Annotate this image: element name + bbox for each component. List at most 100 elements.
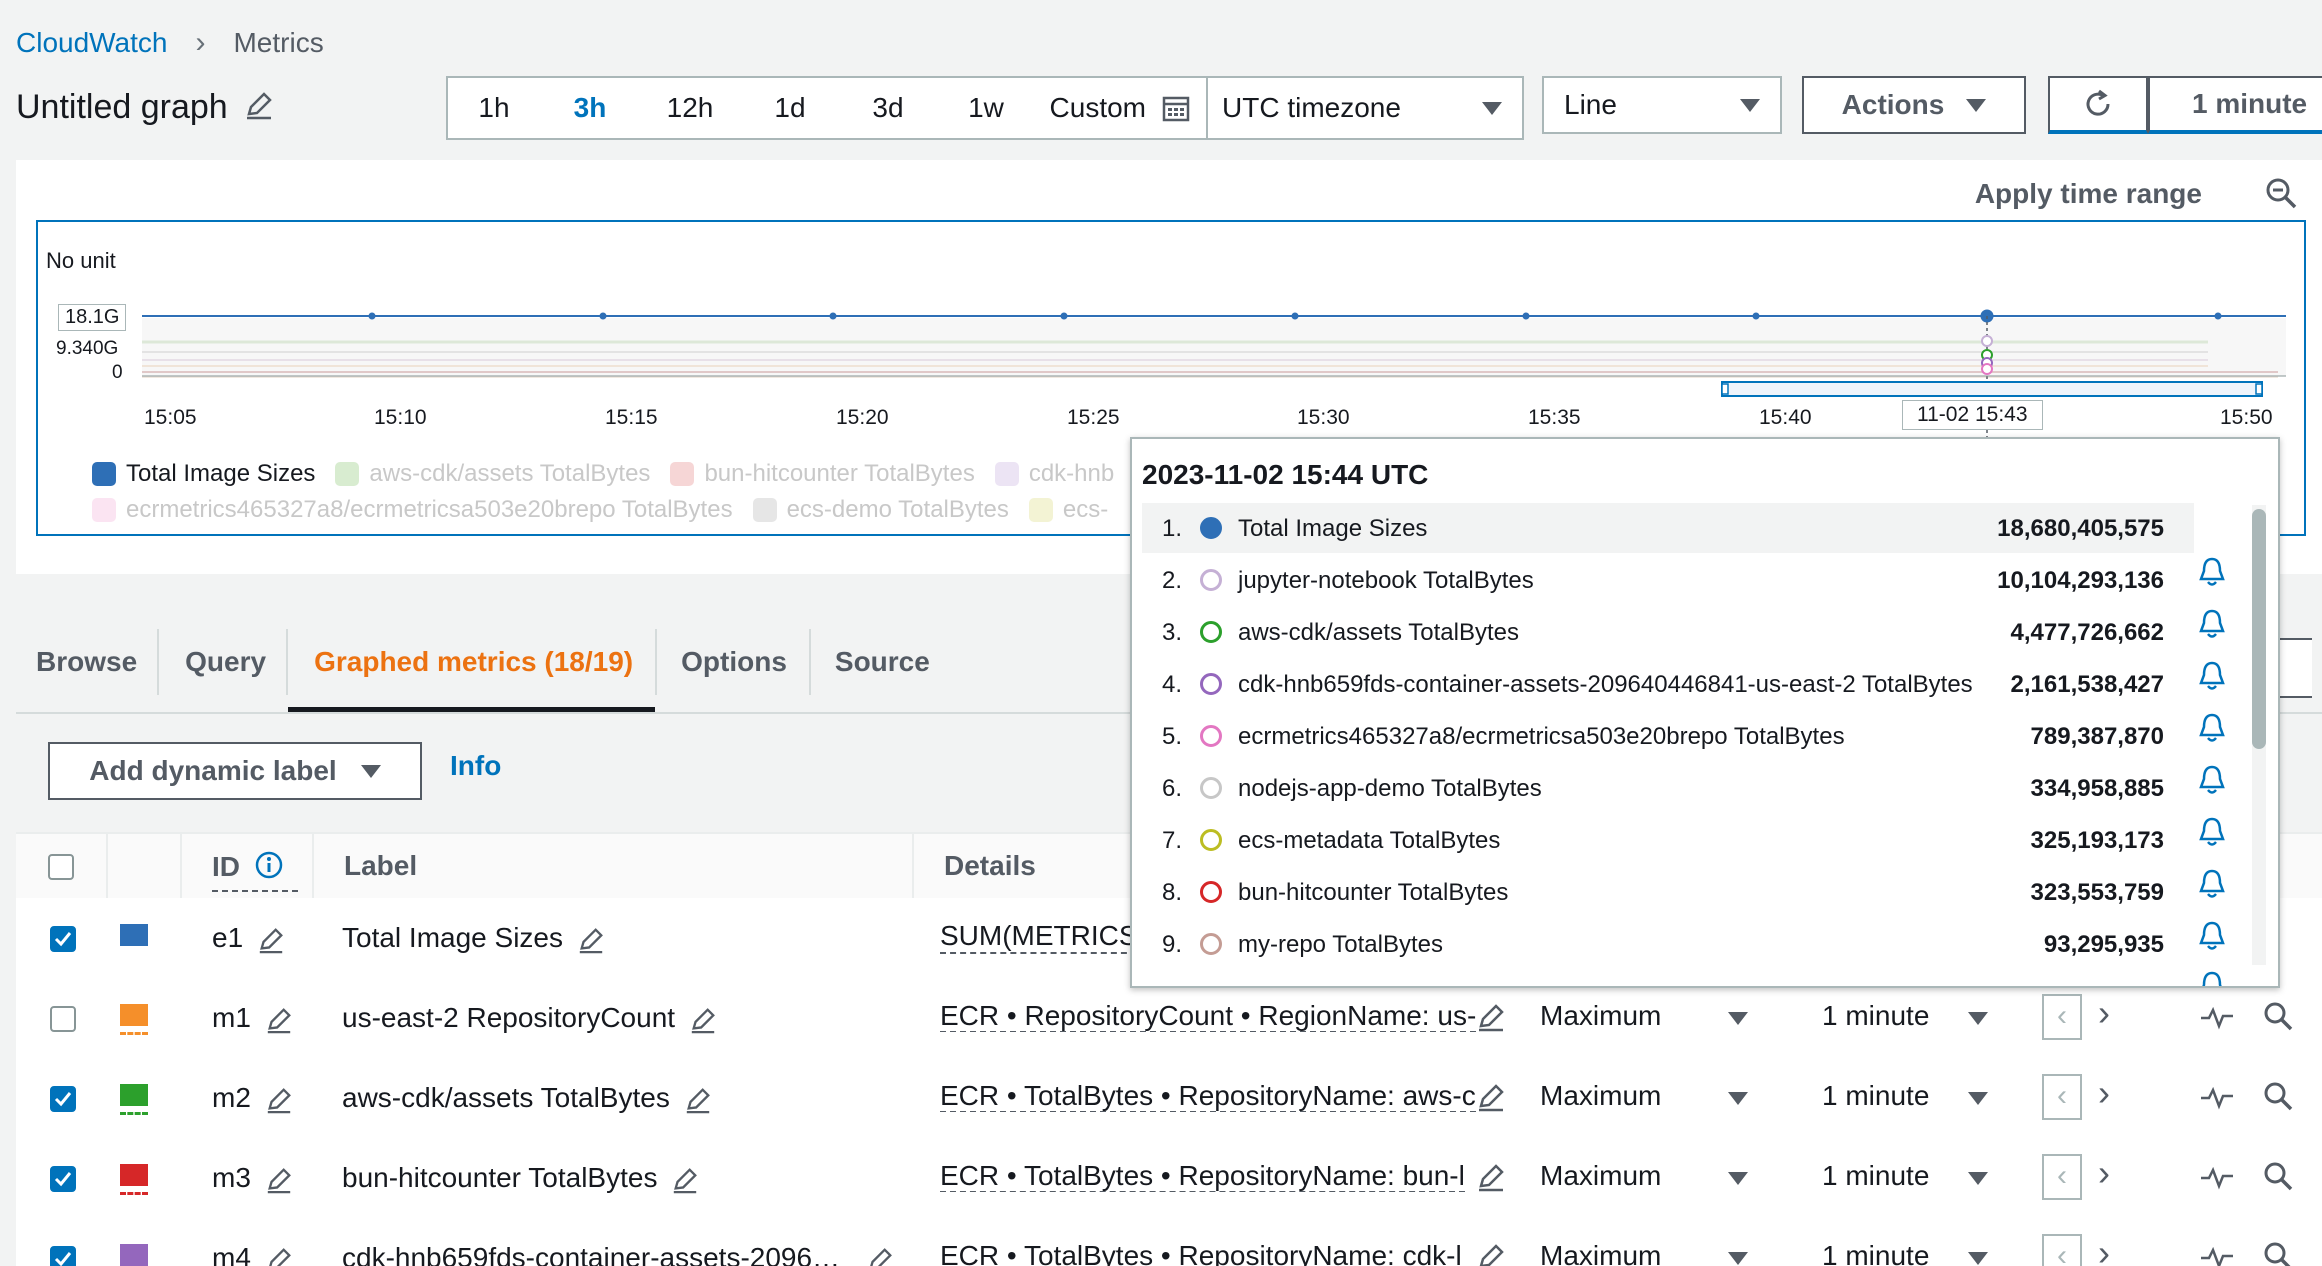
sparkline-icon[interactable] [2200, 1242, 2234, 1266]
row-statistic[interactable]: Maximum [1540, 1000, 1661, 1032]
tooltip-row[interactable]: 2. jupyter-notebook TotalBytes 10,104,29… [1142, 555, 2194, 605]
row-checkbox[interactable] [50, 1086, 76, 1112]
row-period[interactable]: 1 minute [1822, 1160, 1929, 1192]
create-alarm-bell-icon[interactable] [2196, 659, 2228, 693]
caret-down-icon[interactable] [1728, 1252, 1748, 1265]
add-dynamic-label-button[interactable]: Add dynamic label [48, 742, 422, 800]
y-axis-right-button[interactable]: › [2098, 1152, 2110, 1194]
select-all-checkbox[interactable] [48, 854, 74, 880]
search-icon[interactable] [2262, 1240, 2294, 1266]
caret-down-icon[interactable] [1968, 1252, 1988, 1265]
y-axis-right-button[interactable]: › [2098, 1072, 2110, 1114]
row-checkbox[interactable] [50, 926, 76, 952]
create-alarm-bell-icon[interactable] [2196, 711, 2228, 745]
tooltip-row[interactable]: 3. aws-cdk/assets TotalBytes 4,477,726,6… [1142, 607, 2194, 657]
edit-pencil-icon[interactable] [1476, 1002, 1506, 1032]
y-axis-left-button[interactable]: ‹ [2042, 1234, 2082, 1266]
time-range-1w[interactable]: 1w [936, 92, 1036, 124]
time-range-3h[interactable]: 3h [540, 92, 640, 124]
y-axis-right-button[interactable]: › [2098, 1232, 2110, 1266]
y-axis-left-button[interactable]: ‹ [2042, 1154, 2082, 1200]
row-color-swatch[interactable] [120, 1084, 148, 1106]
apply-time-range-button[interactable]: Apply time range [1975, 178, 2202, 210]
caret-down-icon[interactable] [1968, 1092, 1988, 1105]
row-statistic[interactable]: Maximum [1540, 1240, 1661, 1266]
chart-type-dropdown[interactable]: Line [1542, 76, 1782, 134]
create-alarm-bell-icon[interactable] [2196, 555, 2228, 589]
row-color-swatch[interactable] [120, 1164, 148, 1186]
tooltip-row[interactable]: 9. my-repo TotalBytes 93,295,935 [1142, 919, 2194, 969]
row-details[interactable]: ECR • RepositoryCount • RegionName: us- [940, 1000, 1477, 1032]
row-period[interactable]: 1 minute [1822, 1240, 1929, 1266]
time-range-12h[interactable]: 12h [640, 92, 740, 124]
legend-item[interactable]: cdk-hnb [994, 460, 1114, 488]
edit-title-pencil-icon[interactable] [244, 90, 274, 125]
edit-pencil-icon[interactable] [1476, 1162, 1506, 1192]
tab-query[interactable]: Query [159, 646, 286, 678]
tab-graphed-metrics[interactable]: Graphed metrics (18/19) [288, 612, 656, 712]
tooltip-row[interactable]: 7. ecs-metadata TotalBytes 325,193,173 [1142, 815, 2194, 865]
row-checkbox[interactable] [50, 1166, 76, 1192]
create-alarm-bell-icon[interactable] [2196, 969, 2228, 988]
caret-down-icon[interactable] [1728, 1172, 1748, 1185]
edit-pencil-icon[interactable] [1476, 1242, 1506, 1266]
row-color-swatch[interactable] [120, 1004, 148, 1026]
row-color-swatch[interactable] [120, 1244, 148, 1266]
search-icon[interactable] [2262, 1160, 2294, 1192]
legend-item[interactable]: ecrmetrics465327a8/ecrmetricsa503e20brep… [92, 496, 733, 524]
refresh-button[interactable] [2048, 76, 2148, 134]
tab-browse[interactable]: Browse [16, 646, 157, 678]
caret-down-icon[interactable] [1728, 1092, 1748, 1105]
row-details[interactable]: ECR • TotalBytes • RepositoryName: aws-c [940, 1080, 1476, 1112]
sparkline-icon[interactable] [2200, 1002, 2234, 1032]
create-alarm-bell-icon[interactable] [2196, 815, 2228, 849]
tooltip-row[interactable]: 1. Total Image Sizes 18,680,405,575 [1142, 503, 2194, 553]
refresh-interval-dropdown[interactable]: 1 minute [2148, 76, 2322, 134]
row-statistic[interactable]: Maximum [1540, 1160, 1661, 1192]
create-alarm-bell-icon[interactable] [2196, 919, 2228, 953]
row-statistic[interactable]: Maximum [1540, 1080, 1661, 1112]
row-checkbox[interactable] [50, 1246, 76, 1266]
legend-item[interactable]: Total Image Sizes [92, 460, 315, 488]
tooltip-row[interactable]: 5. ecrmetrics465327a8/ecrmetricsa503e20b… [1142, 711, 2194, 761]
create-alarm-bell-icon[interactable] [2196, 607, 2228, 641]
row-period[interactable]: 1 minute [1822, 1080, 1929, 1112]
legend-item[interactable]: ecs-demo TotalBytes [752, 496, 1009, 524]
zoom-out-icon[interactable] [2264, 176, 2298, 215]
create-alarm-bell-icon[interactable] [2196, 763, 2228, 797]
time-range-3d[interactable]: 3d [840, 92, 936, 124]
edit-pencil-icon[interactable] [1476, 1082, 1506, 1112]
caret-down-icon[interactable] [1968, 1172, 1988, 1185]
breadcrumb-cloudwatch-link[interactable]: CloudWatch [16, 27, 167, 59]
time-range-1h[interactable]: 1h [448, 92, 540, 124]
sparkline-icon[interactable] [2200, 1082, 2234, 1112]
y-axis-left-button[interactable]: ‹ [2042, 994, 2082, 1040]
row-checkbox[interactable] [50, 1006, 76, 1032]
legend-item[interactable]: bun-hitcounter TotalBytes [670, 460, 975, 488]
search-icon[interactable] [2262, 1080, 2294, 1112]
legend-item[interactable]: aws-cdk/assets TotalBytes [335, 460, 650, 488]
row-details[interactable]: ECR • TotalBytes • RepositoryName: bun-l [940, 1160, 1465, 1192]
row-period[interactable]: 1 minute [1822, 1000, 1929, 1032]
tooltip-row[interactable]: 8. bun-hitcounter TotalBytes 323,553,759 [1142, 867, 2194, 917]
y-axis-right-button[interactable]: › [2098, 992, 2110, 1034]
time-range-1d[interactable]: 1d [740, 92, 840, 124]
caret-down-icon[interactable] [1728, 1012, 1748, 1025]
tooltip-row[interactable]: 4. cdk-hnb659fds-container-assets-209640… [1142, 659, 2194, 709]
row-details[interactable]: SUM(METRICS( [940, 920, 1147, 954]
tab-source[interactable]: Source [811, 646, 952, 678]
row-color-swatch[interactable] [120, 924, 148, 946]
sparkline-icon[interactable] [2200, 1162, 2234, 1192]
caret-down-icon[interactable] [1968, 1012, 1988, 1025]
tooltip-row[interactable]: 6. nodejs-app-demo TotalBytes 334,958,88… [1142, 763, 2194, 813]
tooltip-scrollbar-thumb[interactable] [2252, 509, 2266, 749]
legend-item[interactable]: ecs- [1028, 496, 1108, 524]
timezone-dropdown[interactable]: UTC timezone [1208, 92, 1522, 124]
create-alarm-bell-icon[interactable] [2196, 867, 2228, 901]
info-link[interactable]: Info [450, 750, 501, 782]
actions-button[interactable]: Actions [1802, 76, 2026, 134]
tab-options[interactable]: Options [657, 646, 809, 678]
row-details[interactable]: ECR • TotalBytes • RepositoryName: cdk-l [940, 1240, 1462, 1266]
y-axis-left-button[interactable]: ‹ [2042, 1074, 2082, 1120]
tooltip-scrollbar-track[interactable] [2252, 505, 2266, 965]
